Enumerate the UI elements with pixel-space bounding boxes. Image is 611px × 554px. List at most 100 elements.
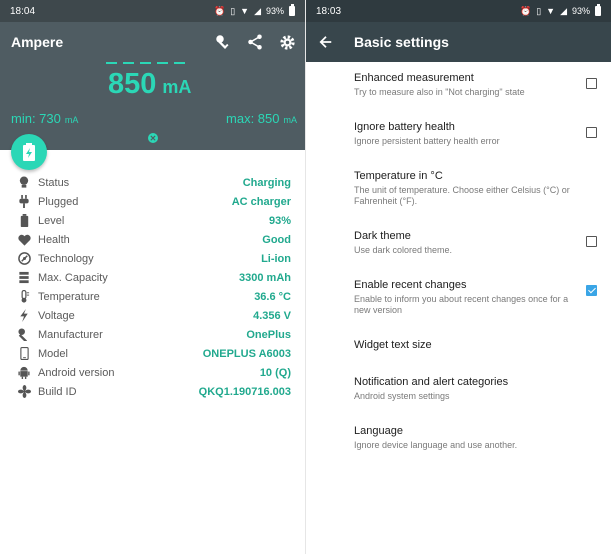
setting-enhanced-measurement[interactable]: Enhanced measurement Try to measure also … <box>354 72 599 98</box>
info-row-max-capacity: Max. Capacity 3300 mAh <box>0 268 305 287</box>
bolt-icon <box>17 309 31 323</box>
setting-subtitle: Try to measure also in "Not charging" st… <box>354 87 525 97</box>
setting-title: Notification and alert categories <box>354 376 509 388</box>
setting-title: Ignore battery health <box>354 121 455 133</box>
setting-checkbox[interactable] <box>586 127 597 138</box>
setting-title: Widget text size <box>354 339 432 351</box>
info-label: Build ID <box>38 385 77 398</box>
wifi-icon: ▼ <box>546 6 556 16</box>
info-label: Android version <box>38 366 115 379</box>
current-unit: mA <box>162 77 192 97</box>
alarm-icon: ⏰ <box>519 5 532 16</box>
settings-button[interactable] <box>275 30 299 54</box>
info-value: Good <box>262 233 291 246</box>
basic-settings-screen: 18:03 ⏰ ▯ ▼ ◢ 93% Basic settings Enhance… <box>306 0 611 554</box>
arrow-left-icon <box>319 36 332 48</box>
back-button[interactable] <box>316 32 336 52</box>
min-unit: mA <box>64 115 79 125</box>
setting-language[interactable]: Language Ignore device language and use a… <box>354 425 599 451</box>
app-title: Ampere <box>11 34 64 50</box>
battery-charging-icon <box>23 143 35 161</box>
charging-fab[interactable] <box>11 134 47 170</box>
status-bar: 18:04 ⏰ ▯ ▼ ◢ 93% <box>0 0 305 22</box>
setting-subtitle: Enable to inform you about recent change… <box>354 294 569 315</box>
info-label: Voltage <box>38 309 75 322</box>
reset-minmax-icon[interactable]: ✕ <box>148 133 158 143</box>
info-label: Plugged <box>38 195 79 208</box>
key-icon <box>216 35 229 49</box>
vibrate-icon: ▯ <box>230 5 236 16</box>
heart-icon <box>17 233 31 247</box>
battery-status-icon <box>289 4 295 16</box>
info-label: Max. Capacity <box>38 271 108 284</box>
min-value: min: 730 <box>11 111 61 126</box>
max-reading: max: 850 mA <box>226 111 297 126</box>
setting-title: Language <box>354 425 403 437</box>
setting-temperature-in-c[interactable]: Temperature in °C The unit of temperature… <box>354 170 599 207</box>
info-row-android-version: Android version 10 (Q) <box>0 363 305 382</box>
setting-title: Dark theme <box>354 230 411 242</box>
setting-checkbox[interactable] <box>586 285 597 296</box>
max-value: max: 850 <box>226 111 280 126</box>
info-value: 3300 mAh <box>239 271 291 284</box>
share-icon <box>248 34 262 50</box>
info-row-model: Model ONEPLUS A6003 <box>0 344 305 363</box>
key-button[interactable] <box>211 30 235 54</box>
ampere-main-screen: 18:04 ⏰ ▯ ▼ ◢ 93% Ampere 850 mA min: 730… <box>0 0 305 554</box>
status-icons: ⏰ ▯ ▼ ◢ 93% <box>519 4 601 17</box>
signal-icon: ◢ <box>560 5 567 16</box>
header-actions <box>211 30 299 54</box>
setting-ignore-battery-health[interactable]: Ignore battery health Ignore persistent b… <box>354 121 599 147</box>
info-row-voltage: Voltage 4.356 V <box>0 306 305 325</box>
info-row-technology: Technology Li-ion <box>0 249 305 268</box>
settings-toolbar: Basic settings <box>306 22 611 62</box>
status-bar: 18:03 ⏰ ▯ ▼ ◢ 93% <box>306 0 611 22</box>
info-value: Charging <box>242 176 291 189</box>
current-reading: 850 mA <box>108 68 191 101</box>
fan-icon <box>17 385 31 399</box>
setting-subtitle: Ignore persistent battery health error <box>354 136 500 146</box>
signal-icon: ◢ <box>254 5 261 16</box>
info-label: Temperature <box>38 290 100 303</box>
info-value: QKQ1.190716.003 <box>198 385 291 398</box>
level-dash <box>174 62 185 64</box>
level-dashes <box>106 62 185 64</box>
info-label: Level <box>38 214 65 227</box>
setting-checkbox[interactable] <box>586 236 597 247</box>
android-icon <box>17 366 31 380</box>
level-dash <box>106 62 117 64</box>
app-header: Ampere 850 mA min: 730 mA ✕ max: 850 mA <box>0 22 305 150</box>
level-dash <box>140 62 151 64</box>
setting-title: Temperature in °C <box>354 170 443 182</box>
plug-icon <box>17 195 31 209</box>
info-row-status: Status Charging <box>0 173 305 192</box>
info-label: Model <box>38 347 68 360</box>
thermometer-icon <box>17 290 31 304</box>
setting-checkbox[interactable] <box>586 78 597 89</box>
info-value: 36.6 °C <box>254 290 291 303</box>
setting-title: Enable recent changes <box>354 279 467 291</box>
info-label: Technology <box>38 252 94 265</box>
current-value: 850 <box>108 68 157 100</box>
vibrate-icon: ▯ <box>536 5 542 16</box>
setting-widget-text-size[interactable]: Widget text size <box>354 339 599 351</box>
level-dash <box>157 62 168 64</box>
setting-enable-recent-changes[interactable]: Enable recent changes Enable to inform yo… <box>354 279 599 316</box>
phone-icon <box>17 347 31 361</box>
info-value: AC charger <box>231 195 291 208</box>
info-row-plugged: Plugged AC charger <box>0 192 305 211</box>
info-label: Health <box>38 233 70 246</box>
setting-subtitle: The unit of temperature. Choose either C… <box>354 185 570 206</box>
battery-status-icon <box>595 4 601 16</box>
share-button[interactable] <box>243 30 267 54</box>
info-row-level: Level 93% <box>0 211 305 230</box>
setting-notification-and-alert-categories[interactable]: Notification and alert categories Android… <box>354 376 599 402</box>
alarm-icon: ⏰ <box>213 5 226 16</box>
status-icons: ⏰ ▯ ▼ ◢ 93% <box>213 4 295 17</box>
battery-info-list: Status Charging Plugged AC charger Level 93% H… <box>0 173 305 401</box>
gear-icon <box>279 34 295 50</box>
setting-dark-theme[interactable]: Dark theme Use dark colored theme. <box>354 230 599 256</box>
info-label: Manufacturer <box>38 328 103 341</box>
info-row-build-id: Build ID QKQ1.190716.003 <box>0 382 305 401</box>
bulb-icon <box>17 176 31 190</box>
